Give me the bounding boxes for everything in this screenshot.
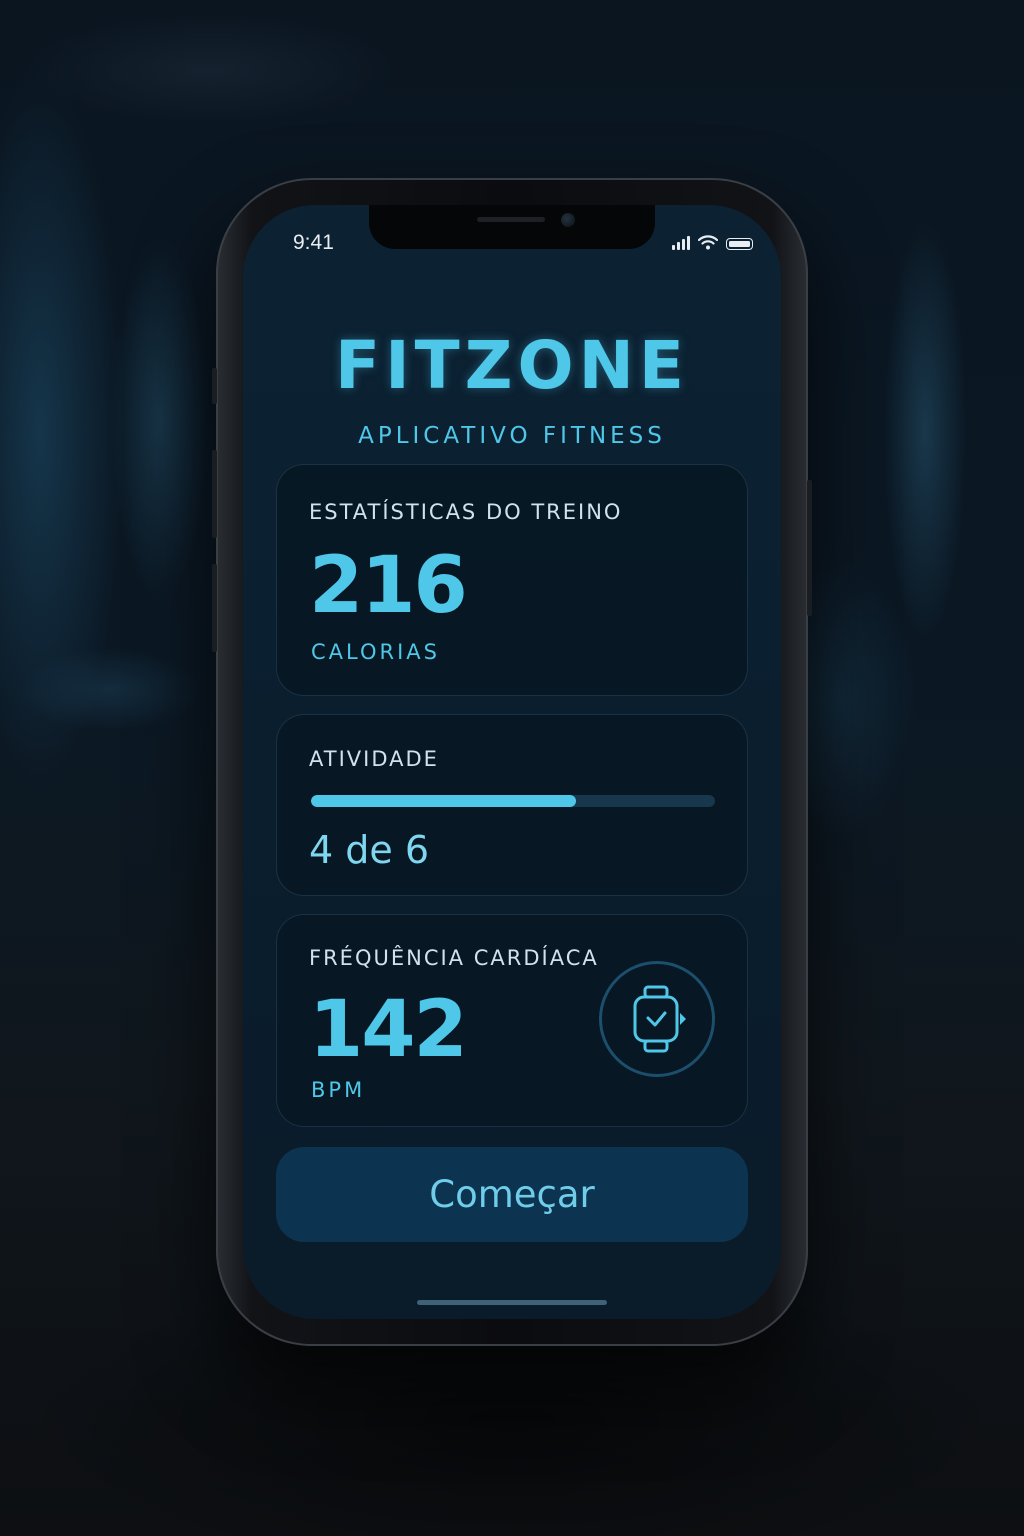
smartwatch-button[interactable] <box>599 961 715 1077</box>
heart-rate-label: FRÉQUÊNCIA CARDÍACA <box>309 946 599 970</box>
start-button[interactable]: Começar <box>276 1147 748 1242</box>
status-icons <box>672 235 753 250</box>
status-time: 9:41 <box>293 231 334 254</box>
phone-frame: 9:41 FITZONE APLICATIVO FITNESS ESTATÍST… <box>212 178 812 1346</box>
notch <box>369 205 655 249</box>
app-brand: FITZONE <box>335 327 689 404</box>
calories-unit: CALORIAS <box>311 640 440 664</box>
app-subtitle: APLICATIVO FITNESS <box>358 423 666 449</box>
front-camera <box>561 213 575 227</box>
heart-rate-card[interactable]: FRÉQUÊNCIA CARDÍACA 142 BPM <box>276 914 748 1127</box>
activity-progress-bar <box>311 795 715 807</box>
power-button <box>807 480 812 616</box>
smartwatch-icon <box>633 985 686 1053</box>
activity-label: ATIVIDADE <box>309 747 439 771</box>
phone-screen: 9:41 FITZONE APLICATIVO FITNESS ESTATÍST… <box>243 205 781 1319</box>
signal-icon <box>672 236 690 250</box>
volume-down-button <box>212 564 217 652</box>
speaker-grille <box>477 217 545 222</box>
heart-rate-unit: BPM <box>311 1078 366 1102</box>
activity-card[interactable]: ATIVIDADE 4 de 6 <box>276 714 748 896</box>
activity-progress-fill <box>311 795 576 807</box>
heart-rate-value: 142 <box>309 985 468 1075</box>
action-button <box>212 368 217 404</box>
activity-progress-text: 4 de 6 <box>309 828 430 872</box>
volume-up-button <box>212 450 217 538</box>
battery-icon <box>726 238 753 250</box>
home-indicator[interactable] <box>417 1300 607 1305</box>
calories-value: 216 <box>309 541 468 631</box>
wifi-icon <box>698 235 718 250</box>
workout-stats-card[interactable]: ESTATÍSTICAS DO TREINO 216 CALORIAS <box>276 464 748 696</box>
workout-stats-label: ESTATÍSTICAS DO TREINO <box>309 500 623 524</box>
